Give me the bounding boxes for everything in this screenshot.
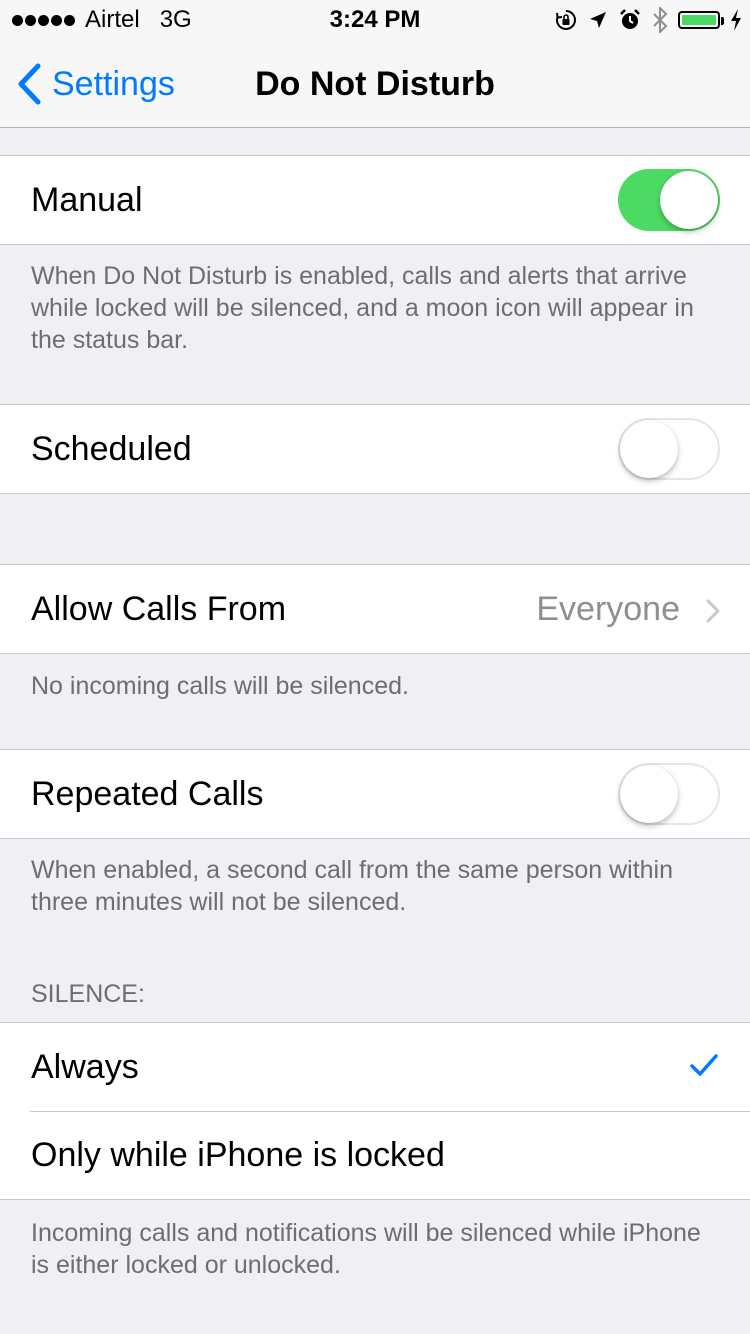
silence-footer: Incoming calls and notifications will be… [31, 1219, 701, 1279]
manual-label: Manual [31, 180, 143, 219]
scheduled-toggle[interactable] [618, 418, 720, 480]
scheduled-group: Scheduled [0, 404, 750, 494]
manual-footer: When Do Not Disturb is enabled, calls an… [31, 262, 694, 354]
silence-option-label: Always [31, 1047, 139, 1086]
checkmark-icon [690, 1054, 718, 1076]
silence-option-locked[interactable]: Only while iPhone is locked [0, 1111, 750, 1199]
chevron-right-icon [706, 599, 720, 623]
allow-calls-group: Allow Calls From Everyone [0, 564, 750, 654]
orientation-lock-icon [556, 10, 576, 30]
battery-icon [678, 11, 724, 29]
repeated-calls-footer: When enabled, a second call from the sam… [31, 856, 674, 916]
repeated-calls-group: Repeated Calls [0, 749, 750, 839]
repeated-calls-toggle[interactable] [618, 763, 720, 825]
manual-group: Manual [0, 155, 750, 245]
page-title: Do Not Disturb [255, 65, 495, 103]
silence-group: Always Only while iPhone is locked [0, 1022, 750, 1200]
allow-calls-row[interactable]: Allow Calls From Everyone [0, 565, 750, 653]
scheduled-label: Scheduled [31, 429, 192, 468]
allow-calls-value: Everyone [536, 589, 680, 628]
silence-option-label: Only while iPhone is locked [31, 1135, 445, 1174]
status-bar-right [554, 6, 742, 34]
bluetooth-icon [653, 7, 668, 33]
allow-calls-footer: No incoming calls will be silenced. [31, 672, 409, 700]
navigation-bar: Settings Do Not Disturb [0, 40, 750, 128]
charging-icon [731, 9, 741, 31]
scheduled-row: Scheduled [0, 405, 750, 493]
repeated-calls-label: Repeated Calls [31, 774, 264, 813]
status-bar: Airtel 3G 3:24 PM [0, 0, 750, 40]
repeated-calls-row: Repeated Calls [0, 750, 750, 838]
alarm-icon [620, 9, 640, 29]
manual-row: Manual [0, 156, 750, 244]
location-icon [590, 12, 606, 28]
silence-option-always[interactable]: Always [0, 1023, 750, 1111]
silence-header: SILENCE: [31, 980, 145, 1008]
allow-calls-label: Allow Calls From [31, 589, 287, 628]
manual-toggle[interactable] [618, 169, 720, 231]
